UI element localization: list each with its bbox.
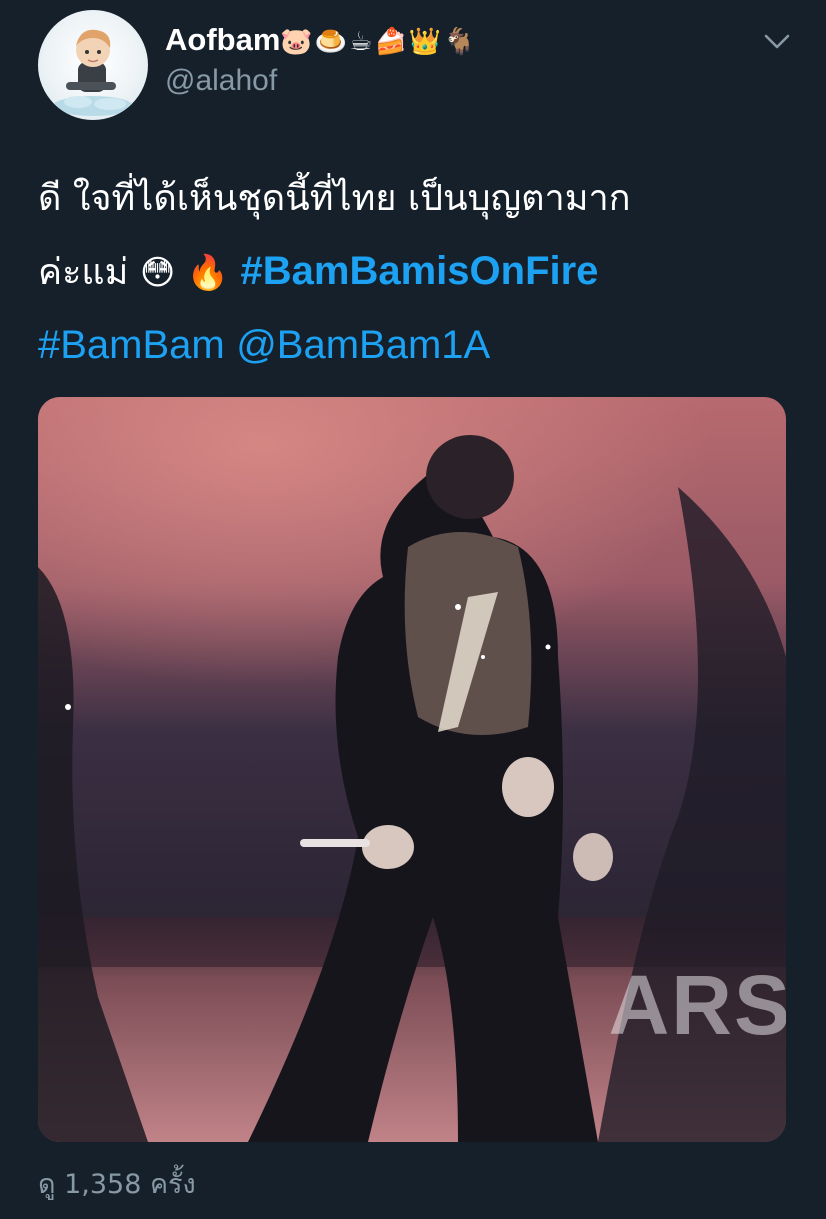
tweet-text: ดี ใจที่ได้เห็นชุดนี้ที่ไทย เป็นบุญตามาก… xyxy=(38,163,798,383)
tweet-video[interactable]: ARS xyxy=(38,397,786,1142)
more-options-button[interactable] xyxy=(762,28,792,54)
tweet-card: Aofbam🐷🍮☕🍰👑🐐 @alahof ดี ใจที่ได้เห็นชุดน… xyxy=(0,0,826,1219)
mention-bambam1a-link[interactable]: @BamBam1A xyxy=(236,323,490,367)
video-watermark: ARS xyxy=(608,958,786,1052)
view-count: ดู 1,358 ครั้ง xyxy=(38,1169,196,1200)
author-display-name[interactable]: Aofbam🐷🍮☕🍰👑🐐 xyxy=(165,22,478,58)
flushed-face-emoji: 😳 xyxy=(139,253,176,293)
cartoon-avatar-icon xyxy=(53,29,133,116)
chevron-down-icon xyxy=(764,34,790,49)
tweet-text-line1: ดี ใจที่ได้เห็นชุดนี้ที่ไทย เป็นบุญตามาก xyxy=(38,178,631,219)
author-username[interactable]: @alahof xyxy=(165,64,277,98)
tweet-text-word: ค่ะแม่ xyxy=(38,252,129,293)
author-name-emojis: 🐷🍮☕🍰👑🐐 xyxy=(280,27,478,57)
hashtag-bambamisonfire-link[interactable]: #BamBamisOnFire xyxy=(241,249,599,293)
tweet-text-line3: #BamBam @BamBam1A xyxy=(38,309,798,383)
fire-emoji: 🔥 xyxy=(186,253,230,293)
avatar[interactable] xyxy=(38,10,148,120)
hashtag-bambam-link[interactable]: #BamBam xyxy=(38,323,225,367)
tweet-text-line2: ค่ะแม่ 😳 🔥 #BamBamisOnFire xyxy=(38,235,798,309)
author-name-text: Aofbam xyxy=(165,22,281,57)
